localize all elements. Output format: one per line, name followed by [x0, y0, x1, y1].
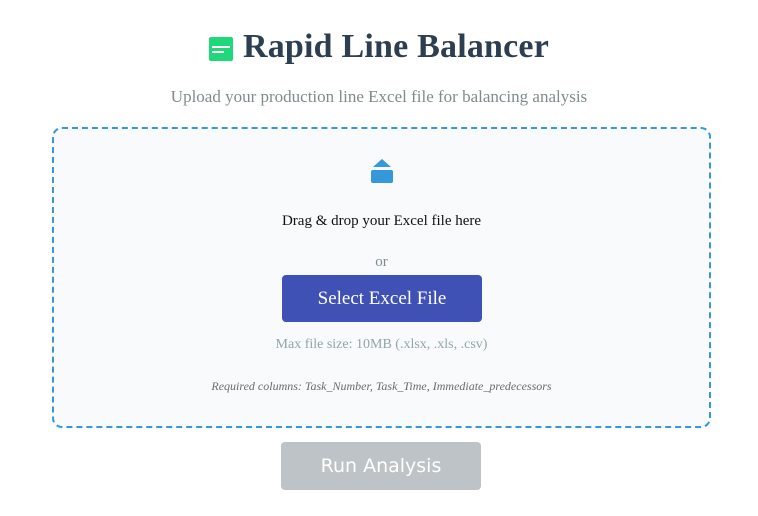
run-analysis-button[interactable]: Run Analysis: [281, 442, 481, 490]
dropzone-instruction: Drag & drop your Excel file here: [281, 213, 482, 229]
select-file-button[interactable]: Select Excel File: [282, 275, 482, 322]
max-file-size-hint: Max file size: 10MB (.xlsx, .xls, .csv): [275, 337, 488, 352]
spreadsheet-icon: [208, 37, 233, 61]
page-subtitle: Upload your production line Excel file f…: [170, 87, 588, 106]
required-columns-hint: Required columns: Task_Number, Task_Time…: [211, 379, 552, 393]
file-dropzone[interactable]: Drag & drop your Excel file here or Sele…: [52, 127, 711, 428]
app-header: Rapid Line Balancer: [0, 28, 758, 66]
page-title: Rapid Line Balancer: [242, 28, 550, 65]
dropzone-or-separator: or: [375, 254, 388, 270]
upload-icon: [371, 159, 393, 183]
